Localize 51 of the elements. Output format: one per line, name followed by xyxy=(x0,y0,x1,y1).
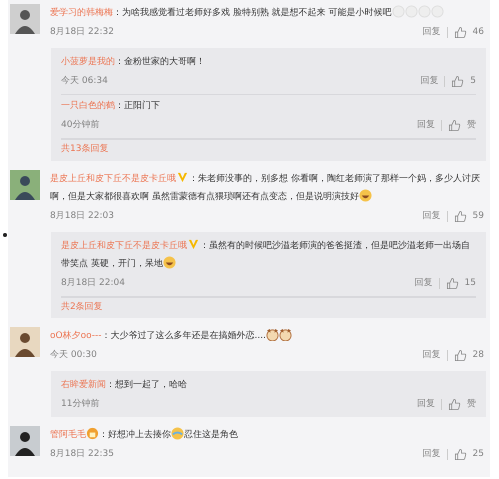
reply-link[interactable]: 回复 xyxy=(414,272,433,294)
like-count[interactable]: 赞 xyxy=(467,394,476,415)
reply-link[interactable]: 回复 xyxy=(417,115,435,136)
comment-text: 爱学习的韩梅梅：为啥我感觉看过老师好多戏 脸特别熟 就是想不起来 可能是小时候吧 xyxy=(50,4,484,22)
reply-link[interactable]: 回复 xyxy=(422,444,441,465)
username-link[interactable]: 爱学习的韩梅梅 xyxy=(50,8,113,18)
comment-text: 小菠萝是我的：金粉世家的大哥啊！ xyxy=(61,56,206,69)
thumbs-up-icon[interactable] xyxy=(454,26,467,39)
username-link[interactable]: 一只白色的鹤 xyxy=(61,101,115,111)
reply-link[interactable]: 回复 xyxy=(420,71,438,92)
comment-text: 一只白色的鹤：正阳门下 xyxy=(61,100,161,113)
reply-link[interactable]: 回复 xyxy=(422,345,441,366)
like-count[interactable]: 5 xyxy=(470,71,476,92)
username-link[interactable]: 是皮上丘和皮下丘不是皮卡丘哦 xyxy=(50,174,176,184)
comment-text: oO林夕oo---：大少爷过了这么多年还是在搞婚外恋.... xyxy=(50,327,484,345)
like-count[interactable]: 28 xyxy=(472,345,484,366)
bullet-dot xyxy=(3,233,7,237)
thumbs-up-icon[interactable] xyxy=(448,398,461,411)
username-link[interactable]: 小菠萝是我的 xyxy=(61,57,115,67)
reply-link[interactable]: 回复 xyxy=(422,206,441,226)
timestamp: 今天 06:34 xyxy=(61,74,108,88)
like-count[interactable]: 15 xyxy=(464,272,476,294)
reply-link[interactable]: 回复 xyxy=(422,22,441,43)
like-count[interactable]: 25 xyxy=(472,444,484,465)
more-replies-link[interactable]: 共2条回复 xyxy=(61,298,103,318)
more-replies-link[interactable]: 共13条回复 xyxy=(61,140,108,160)
timestamp: 40分钟前 xyxy=(61,118,100,132)
comment-text: 是皮上丘和皮下丘不是皮卡丘哦 ：朱老师没事的，别多想 你看啊，陶红老师演了那样一个妈，多少人讨厌啊，但是大家都很喜欢啊 虽然雷蒙德有点猥琐啊还有点变态，但是说明演技好 xyxy=(50,170,484,206)
thumbs-up-icon[interactable] xyxy=(454,448,467,461)
timestamp: 8月18日 22:04 xyxy=(61,276,125,290)
thumbs-up-icon[interactable] xyxy=(446,276,459,290)
username-link[interactable]: 右眸爱新闻 xyxy=(61,380,106,390)
timestamp: 8月18日 22:32 xyxy=(50,26,114,39)
timestamp: 今天 00:30 xyxy=(50,348,97,362)
thumbs-up-icon[interactable] xyxy=(448,119,461,132)
like-count[interactable]: 赞 xyxy=(467,115,476,136)
like-count[interactable]: 46 xyxy=(472,22,484,43)
comment-text: 管阿毛毛 ：好想冲上去揍你 忍住这是角色 xyxy=(50,426,484,444)
username-link[interactable]: oO林夕oo--- xyxy=(50,331,102,341)
username-link[interactable]: 管阿毛毛 xyxy=(50,430,86,440)
timestamp: 11分钟前 xyxy=(61,398,100,411)
thumbs-up-icon[interactable] xyxy=(454,349,467,362)
thumbs-up-icon[interactable] xyxy=(451,75,464,88)
comment-text: 右眸爱新闻：想到一起了，哈哈 xyxy=(61,378,188,392)
timestamp: 8月18日 22:35 xyxy=(50,448,114,461)
reply-link[interactable]: 回复 xyxy=(417,394,435,415)
username-link[interactable]: 是皮上丘和皮下丘不是皮卡丘哦 xyxy=(61,240,187,250)
timestamp: 8月18日 22:03 xyxy=(50,210,114,222)
thumbs-up-icon[interactable] xyxy=(454,210,467,222)
comment-text: 是皮上丘和皮下丘不是皮卡丘哦 ：虽然有的时候吧沙溢老师演的爸爸挺渣，但是吧沙溢老师一出场自带笑点 英硬，开门，呆地 xyxy=(61,236,476,272)
like-count[interactable]: 59 xyxy=(472,206,484,226)
